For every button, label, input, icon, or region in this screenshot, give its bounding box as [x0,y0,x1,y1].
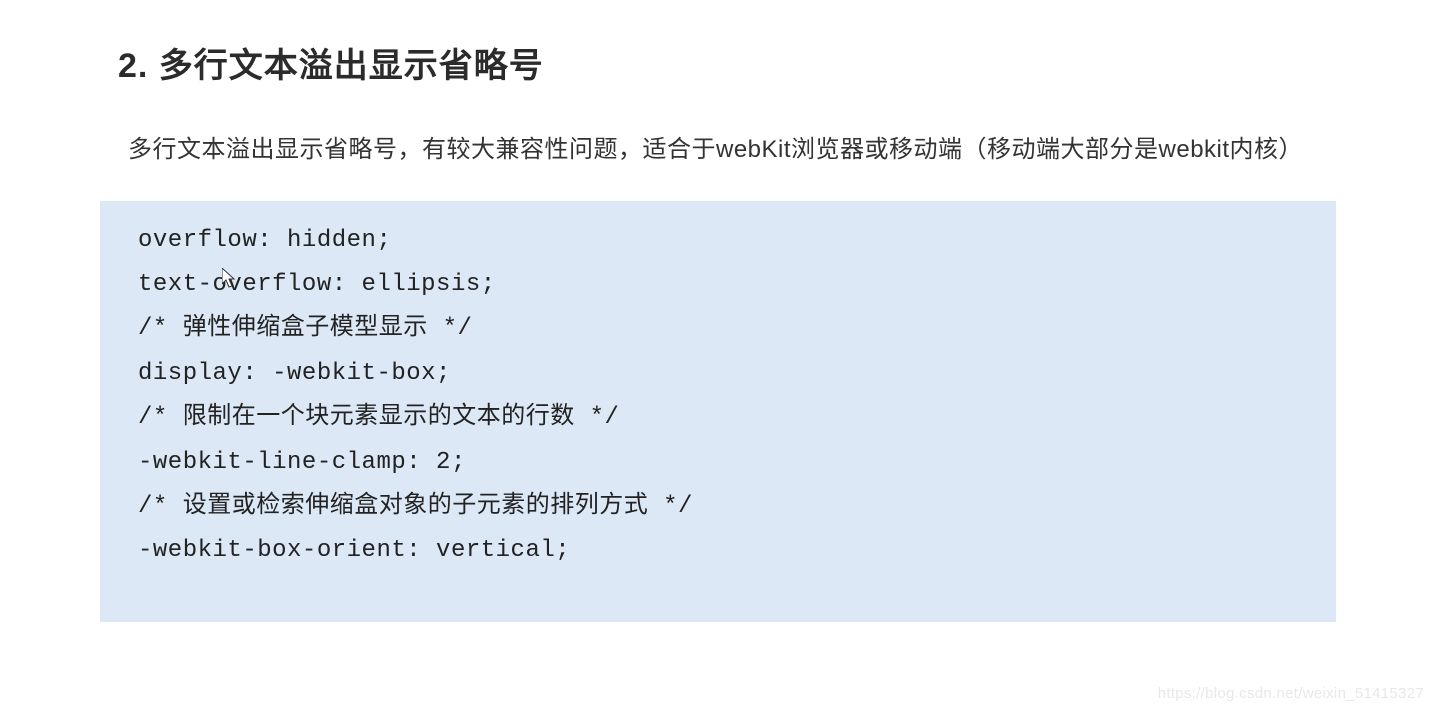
watermark-text: https://blog.csdn.net/weixin_51415327 [1158,685,1424,702]
code-line: -webkit-line-clamp: 2; [138,449,466,476]
code-line: /* 弹性伸缩盒子模型显示 */ [138,315,472,342]
code-line: -webkit-box-orient: vertical; [138,537,570,564]
code-line: display: -webkit-box; [138,360,451,387]
code-line: text-overflow: ellipsis; [138,271,496,298]
section-heading: 2. 多行文本溢出显示省略号 [118,38,1334,87]
code-line: /* 限制在一个块元素显示的文本的行数 */ [138,404,619,431]
code-line: overflow: hidden; [138,227,391,254]
document-container: 2. 多行文本溢出显示省略号 多行文本溢出显示省略号，有较大兼容性问题，适合于w… [0,0,1434,622]
section-description: 多行文本溢出显示省略号，有较大兼容性问题，适合于webKit浏览器或移动端（移动… [128,127,1334,173]
code-line: /* 设置或检索伸缩盒对象的子元素的排列方式 */ [138,493,693,520]
code-block: overflow: hidden; text-overflow: ellipsi… [100,201,1336,622]
